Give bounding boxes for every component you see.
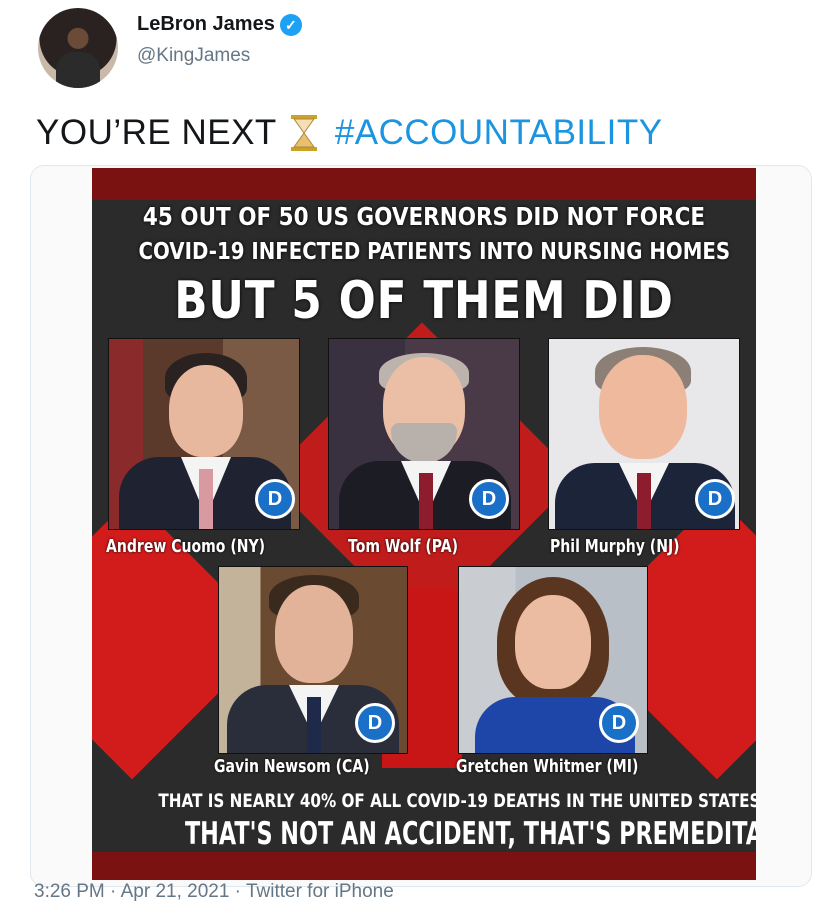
poster-claim-line: THAT'S NOT AN ACCIDENT, THAT'S PREMEDITA… bbox=[184, 816, 756, 852]
governor-photo-wolf: D bbox=[328, 338, 520, 530]
poster-headline-line1: 45 OUT OF 50 US GOVERNORS DID NOT FORCE bbox=[142, 202, 706, 231]
democrat-badge-icon: D bbox=[255, 479, 295, 519]
poster-headline-line2: COVID-19 INFECTED PATIENTS INTO NURSING … bbox=[138, 239, 731, 265]
poster-stat-line: THAT IS NEARLY 40% OF ALL COVID-19 DEATH… bbox=[158, 790, 756, 812]
caption-murphy: Phil Murphy (NJ) bbox=[550, 536, 680, 557]
hourglass-icon bbox=[289, 115, 319, 151]
governor-photo-whitmer: D bbox=[458, 566, 648, 754]
poster-top-bar bbox=[92, 168, 756, 200]
tweet-text-body: YOU’RE NEXT bbox=[36, 113, 277, 152]
poster-bottom-bar bbox=[92, 852, 756, 880]
governor-photo-newsom: D bbox=[218, 566, 408, 754]
tweet-image[interactable]: 45 OUT OF 50 US GOVERNORS DID NOT FORCE … bbox=[92, 168, 756, 880]
caption-newsom: Gavin Newsom (CA) bbox=[214, 756, 370, 777]
governor-photo-cuomo: D bbox=[108, 338, 300, 530]
tweet-timestamp[interactable]: 3:26 PM · Apr 21, 2021 · Twitter for iPh… bbox=[34, 881, 394, 903]
caption-cuomo: Andrew Cuomo (NY) bbox=[106, 536, 266, 557]
author-handle[interactable]: @KingJames bbox=[137, 45, 250, 67]
tweet-text: YOU’RE NEXT #ACCOUNTABILITY bbox=[36, 113, 663, 153]
hashtag-link[interactable]: #ACCOUNTABILITY bbox=[335, 113, 663, 153]
author-name[interactable]: LeBron James ✓ bbox=[137, 13, 302, 36]
caption-whitmer: Gretchen Whitmer (MI) bbox=[456, 756, 639, 777]
governor-photo-murphy: D bbox=[548, 338, 740, 530]
poster-headline-big: BUT 5 OF THEM DID bbox=[174, 271, 674, 331]
democrat-badge-icon: D bbox=[599, 703, 639, 743]
democrat-badge-icon: D bbox=[355, 703, 395, 743]
author-name-text[interactable]: LeBron James bbox=[137, 13, 275, 36]
verified-badge-icon: ✓ bbox=[279, 13, 302, 36]
democrat-badge-icon: D bbox=[469, 479, 509, 519]
avatar[interactable] bbox=[38, 8, 118, 88]
caption-wolf: Tom Wolf (PA) bbox=[348, 536, 459, 557]
democrat-badge-icon: D bbox=[695, 479, 735, 519]
